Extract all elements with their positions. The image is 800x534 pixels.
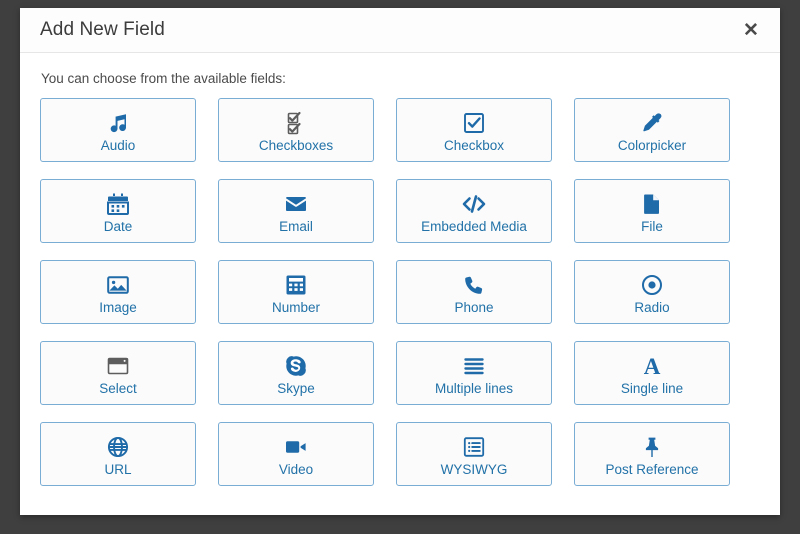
field-tile-date[interactable]: Date (40, 179, 196, 243)
field-tile-label: Single line (620, 380, 684, 396)
field-tile-embedded-media[interactable]: Embedded Media (396, 179, 552, 243)
field-tile-label: Audio (100, 137, 136, 153)
add-new-field-modal: Add New Field ✕ You can choose from the … (20, 8, 780, 515)
field-tile-phone[interactable]: Phone (396, 260, 552, 324)
field-tile-label: Checkbox (443, 137, 505, 153)
field-tile-image[interactable]: Image (40, 260, 196, 324)
field-tile-label: Colorpicker (617, 137, 687, 153)
field-tile-file[interactable]: File (574, 179, 730, 243)
field-tile-label: Multiple lines (434, 380, 514, 396)
field-tile-single-line[interactable]: A Single line (574, 341, 730, 405)
field-tile-url[interactable]: URL (40, 422, 196, 486)
field-tile-label: Email (279, 218, 313, 234)
field-tile-label: Date (103, 218, 133, 234)
letter-a-icon: A (640, 353, 664, 379)
field-tile-colorpicker[interactable]: Colorpicker (574, 98, 730, 162)
field-tile-multiple-lines[interactable]: Multiple lines (396, 341, 552, 405)
code-brackets-icon (461, 191, 487, 217)
page-title: Add New Field (40, 19, 165, 40)
field-tile-label: URL (104, 461, 132, 477)
checkbox-icon (462, 110, 486, 136)
field-tile-label: Radio (634, 299, 670, 315)
field-tile-email[interactable]: Email (218, 179, 374, 243)
skype-icon (284, 353, 308, 379)
field-tile-checkboxes[interactable]: Checkboxes (218, 98, 374, 162)
globe-icon (106, 434, 130, 460)
field-tile-label: Embedded Media (421, 218, 527, 234)
field-tile-label: File (641, 218, 663, 234)
field-tile-label: Skype (277, 380, 315, 396)
select-window-icon (106, 353, 130, 379)
phone-icon (462, 272, 486, 298)
field-tile-label: Phone (454, 299, 494, 315)
intro-text: You can choose from the available fields… (41, 71, 286, 86)
field-tile-post-reference[interactable]: Post Reference (574, 422, 730, 486)
music-note-icon (106, 110, 130, 136)
field-tile-skype[interactable]: Skype (218, 341, 374, 405)
field-type-grid: Audio Checkboxes Checkbox Colorpicker Date Em… (40, 98, 760, 486)
calendar-icon (106, 191, 130, 217)
file-icon (640, 191, 664, 217)
field-tile-label: Video (278, 461, 314, 477)
field-tile-radio[interactable]: Radio (574, 260, 730, 324)
video-camera-icon (284, 434, 308, 460)
image-icon (106, 272, 130, 298)
field-tile-video[interactable]: Video (218, 422, 374, 486)
radio-button-icon (640, 272, 664, 298)
modal-header: Add New Field ✕ (20, 8, 780, 53)
field-tile-label: Image (99, 299, 137, 315)
calculator-icon (284, 272, 308, 298)
svg-text:A: A (644, 354, 661, 378)
field-tile-wysiwyg[interactable]: WYSIWYG (396, 422, 552, 486)
field-tile-audio[interactable]: Audio (40, 98, 196, 162)
close-icon[interactable]: ✕ (738, 17, 764, 43)
field-tile-checkbox[interactable]: Checkbox (396, 98, 552, 162)
field-tile-label: Post Reference (605, 461, 699, 477)
modal-body: You can choose from the available fields… (20, 53, 780, 515)
field-tile-label: Checkboxes (258, 137, 334, 153)
eyedropper-icon (640, 110, 664, 136)
field-tile-select[interactable]: Select (40, 341, 196, 405)
pushpin-icon (640, 434, 664, 460)
multiple-lines-icon (462, 353, 486, 379)
field-tile-number[interactable]: Number (218, 260, 374, 324)
envelope-icon (284, 191, 308, 217)
field-tile-label: WYSIWYG (440, 461, 508, 477)
list-editor-icon (462, 434, 486, 460)
field-tile-label: Select (99, 380, 137, 396)
field-tile-label: Number (271, 299, 320, 315)
checkboxes-icon (284, 110, 308, 136)
